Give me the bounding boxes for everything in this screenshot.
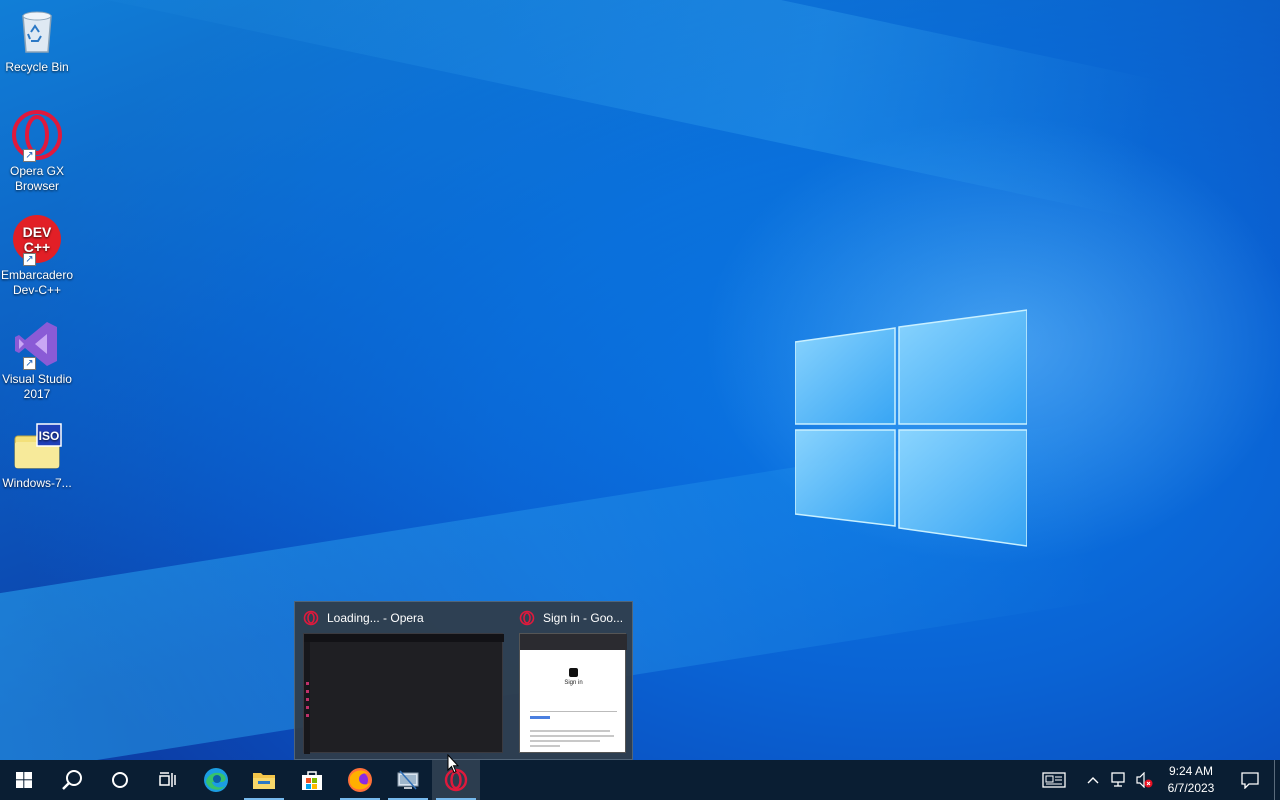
firefox-button[interactable] [336, 760, 384, 800]
thumb-app-icon [569, 668, 578, 677]
clock-time: 9:24 AM [1168, 764, 1214, 778]
thumb-sidebar [304, 642, 310, 754]
desktop: Recycle Bin ↗ Opera GX Browser DEV C++ ↗… [0, 0, 1280, 760]
edge-icon [204, 768, 228, 792]
taskbar-clock[interactable]: 9:24 AM 6/7/2023 [1156, 763, 1226, 797]
desktop-icon-label: Visual Studio 2017 [2, 372, 72, 401]
task-view-icon [159, 772, 176, 787]
search-icon [62, 770, 82, 790]
preview-card-google-signin[interactable]: Sign in - Goo... Sign in [511, 602, 634, 760]
windows-icon [16, 772, 32, 788]
desktop-icon-label: Recycle Bin [5, 60, 69, 74]
file-explorer-button[interactable] [240, 760, 288, 800]
thumb-link [530, 716, 550, 719]
mouse-cursor-icon [447, 754, 459, 774]
opera-gx-icon: ↗ [11, 110, 63, 162]
svg-text:ISO: ISO [39, 429, 60, 443]
news-interests-button[interactable] [1030, 760, 1078, 800]
thumb-text-line [530, 730, 610, 732]
preview-thumbnail: Sign in [519, 633, 627, 753]
opera-icon [519, 610, 535, 626]
preview-thumbnail [303, 633, 504, 754]
show-desktop-button[interactable] [1274, 760, 1280, 800]
visual-studio-icon: ↗ [11, 318, 63, 370]
thumb-text-line [530, 735, 614, 737]
search-button[interactable] [48, 760, 96, 800]
iso-file-icon: ISO [11, 422, 63, 474]
thumb-text-line [530, 745, 560, 747]
preview-card-opera-loading[interactable]: Loading... - Opera [295, 602, 511, 760]
store-icon [302, 771, 322, 790]
wallpaper-light-beam-upper [10, 0, 1165, 219]
thumb-text-line [530, 740, 600, 742]
recycle-bin-icon [11, 6, 63, 58]
preview-title-text: Sign in - Goo... [543, 611, 624, 625]
opera-icon [303, 610, 319, 626]
preview-title: Sign in - Goo... [519, 610, 623, 626]
shortcut-arrow-icon: ↗ [23, 149, 36, 162]
network-app-button[interactable] [384, 760, 432, 800]
desktop-icon-opera-gx[interactable]: ↗ Opera GX Browser [0, 110, 74, 194]
taskbar-preview-popup: Loading... - Opera Sign in - Goo... Sign… [294, 601, 633, 760]
thumb-email-field [530, 704, 617, 712]
taskbar: 9:24 AM 6/7/2023 [0, 760, 1280, 800]
desktop-icon-label: Opera GX Browser [9, 164, 65, 193]
folder-icon [253, 773, 275, 789]
desktop-icon-label: Embarcadero Dev-C++ [0, 268, 74, 297]
volume-button[interactable] [1132, 760, 1156, 800]
desktop-icon-windows-iso[interactable]: ISO Windows-7... [0, 422, 74, 491]
desktop-icon-recycle-bin[interactable]: Recycle Bin [0, 6, 74, 75]
network-computer-icon [397, 770, 419, 790]
show-hidden-icons-button[interactable] [1078, 760, 1108, 800]
store-button[interactable] [288, 760, 336, 800]
windows-wallpaper-logo [795, 309, 1027, 547]
chevron-up-icon [1087, 777, 1099, 784]
news-icon [1042, 772, 1066, 788]
thumb-signin-heading: Sign in [564, 680, 583, 686]
thumb-browser-chrome [520, 634, 627, 650]
action-center-button[interactable] [1226, 760, 1274, 800]
firefox-icon [348, 768, 372, 792]
desktop-icon-visual-studio[interactable]: ↗ Visual Studio 2017 [0, 318, 74, 402]
preview-title: Loading... - Opera [303, 610, 424, 626]
shortcut-arrow-icon: ↗ [23, 253, 36, 266]
notification-icon [1241, 772, 1259, 789]
desktop-icon-label: Windows-7... [2, 476, 72, 490]
volume-muted-icon [1136, 772, 1153, 788]
preview-title-text: Loading... - Opera [327, 611, 424, 625]
start-button[interactable] [0, 760, 48, 800]
network-wired-icon [1111, 772, 1125, 787]
task-view-button[interactable] [144, 760, 192, 800]
edge-button[interactable] [192, 760, 240, 800]
cortana-button[interactable] [96, 760, 144, 800]
system-tray: 9:24 AM 6/7/2023 [1030, 760, 1280, 800]
clock-date: 6/7/2023 [1167, 781, 1215, 795]
cortana-circle-icon [112, 772, 128, 788]
svg-text:DEV: DEV [23, 224, 52, 240]
desktop-icon-dev-cpp[interactable]: DEV C++ ↗ Embarcadero Dev-C++ [0, 214, 74, 298]
network-status-button[interactable] [1108, 760, 1132, 800]
shortcut-arrow-icon: ↗ [23, 357, 36, 370]
dev-cpp-icon: DEV C++ ↗ [11, 214, 63, 266]
thumb-tabbar [304, 634, 504, 642]
